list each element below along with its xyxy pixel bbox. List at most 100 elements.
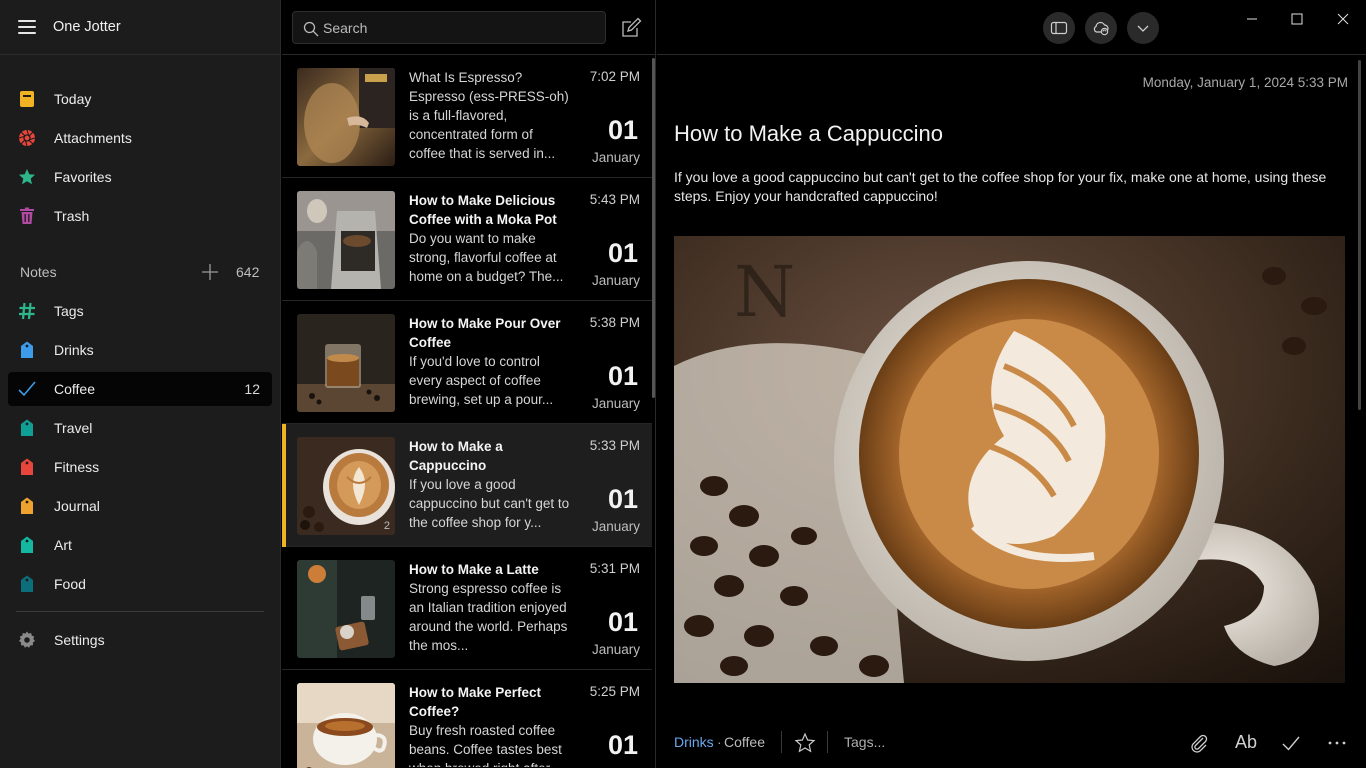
editor-scrollbar[interactable]	[1358, 60, 1361, 410]
sidebar-item-label: Today	[54, 91, 92, 107]
tag-icon	[21, 458, 33, 475]
tag-icon	[21, 341, 33, 358]
sidebar-item-label: Drinks	[54, 342, 94, 358]
trash-icon	[20, 207, 34, 224]
note-preview: What Is Espresso? Espresso (ess-PRESS-oh…	[409, 70, 569, 161]
notes-count: 642	[236, 264, 260, 280]
breadcrumb-separator: ·	[717, 734, 722, 750]
attachment-count: 2	[383, 520, 390, 532]
sidebar-item-label: Favorites	[54, 169, 112, 185]
sidebar-item-label: Fitness	[54, 459, 100, 475]
note-image[interactable]: N	[674, 236, 1345, 683]
footer-divider	[827, 731, 828, 753]
note-title: How to Make Perfect Coffee?	[409, 685, 542, 719]
editor-footer: Drinks · Coffee Tags... Ab	[657, 720, 1366, 764]
chevron-down-icon	[1137, 25, 1149, 32]
note-body[interactable]: If you love a good cappuccino but can't …	[674, 168, 1350, 206]
note-item[interactable]: How to Make a Latte Strong espresso coff…	[282, 547, 652, 670]
checkmark-icon[interactable]	[1280, 732, 1302, 754]
note-month: January	[591, 642, 640, 657]
note-month: January	[591, 150, 640, 165]
sidebar-item-today[interactable]: Today	[8, 82, 272, 116]
sidebar-item-art[interactable]: Art	[8, 528, 272, 562]
sidebar-item-food[interactable]: Food	[8, 567, 272, 601]
note-item[interactable]: What Is Espresso? Espresso (ess-PRESS-oh…	[282, 55, 652, 178]
tag-icon	[21, 536, 33, 553]
menu-icon[interactable]	[18, 20, 36, 34]
search-icon	[303, 21, 319, 37]
text-format-button[interactable]: Ab	[1235, 732, 1257, 753]
note-day: 01	[607, 115, 638, 145]
sidebar-item-label: Coffee	[54, 381, 95, 397]
search-box[interactable]	[292, 11, 606, 44]
note-date: Monday, January 1, 2024 5:33 PM	[1142, 75, 1348, 90]
sidebar-item-attachments[interactable]: Attachments	[8, 121, 272, 155]
note-thumbnail	[297, 683, 395, 768]
note-editor: Monday, January 1, 2024 5:33 PM How to M…	[657, 0, 1366, 768]
sync-button[interactable]	[1085, 12, 1117, 44]
note-time: 5:31 PM	[589, 561, 640, 576]
note-thumbnail	[297, 68, 395, 166]
new-note-icon[interactable]	[620, 17, 642, 39]
sidebar-item-travel[interactable]: Travel	[8, 411, 272, 445]
note-time: 5:38 PM	[589, 315, 640, 330]
note-item[interactable]: How to Make Perfect Coffee? Buy fresh ro…	[282, 670, 652, 768]
tag-icon	[21, 575, 33, 592]
sidebar-item-fitness[interactable]: Fitness	[8, 450, 272, 484]
maximize-icon[interactable]	[1287, 9, 1307, 29]
attach-icon[interactable]	[1188, 732, 1210, 754]
note-list-pane: What Is Espresso? Espresso (ess-PRESS-oh…	[282, 0, 656, 768]
editor-toolbar	[657, 0, 1366, 55]
sidebar-item-label: Food	[54, 576, 86, 592]
minimize-icon[interactable]	[1242, 9, 1262, 29]
note-thumbnail: 2	[297, 437, 395, 535]
notebook-link[interactable]: Drinks	[674, 734, 714, 750]
app-title: One Jotter	[53, 19, 121, 35]
note-item-selected[interactable]: 2 How to Make a Cappuccino If you love a…	[282, 424, 652, 547]
note-list-scrollbar[interactable]	[652, 58, 655, 398]
add-notebook-icon[interactable]	[200, 262, 220, 282]
sidebar-item-journal[interactable]: Journal	[8, 489, 272, 523]
note-item[interactable]: How to Make Delicious Coffee with a Moka…	[282, 178, 652, 301]
close-icon[interactable]	[1333, 9, 1353, 29]
tags-input[interactable]: Tags...	[844, 734, 885, 750]
sidebar-item-coffee[interactable]: Coffee 12	[8, 372, 272, 406]
sidebar-item-tags[interactable]: Tags	[8, 294, 272, 328]
sidebar: One Jotter Today Attachments Favorites T…	[0, 0, 281, 768]
sidebar-item-trash[interactable]: Trash	[8, 199, 272, 233]
more-options-dropdown[interactable]	[1127, 12, 1159, 44]
footer-divider	[781, 731, 782, 753]
tag-icon	[21, 497, 33, 514]
note-month: January	[591, 396, 640, 411]
star-icon	[19, 169, 35, 185]
notes-section-label: Notes	[20, 264, 57, 280]
sidebar-item-drinks[interactable]: Drinks	[8, 333, 272, 367]
search-input[interactable]	[323, 12, 593, 43]
toggle-panel-button[interactable]	[1043, 12, 1075, 44]
sidebar-item-label: Tags	[54, 303, 84, 319]
favorite-star-icon[interactable]	[794, 732, 816, 754]
sidebar-item-favorites[interactable]: Favorites	[8, 160, 272, 194]
today-icon	[20, 91, 34, 107]
note-month: January	[591, 519, 640, 534]
more-icon[interactable]	[1326, 732, 1348, 754]
note-thumbnail	[297, 191, 395, 289]
note-title-editor[interactable]: How to Make a Cappuccino	[674, 121, 943, 147]
note-thumbnail	[297, 560, 395, 658]
sidebar-item-label: Travel	[54, 420, 93, 436]
sidebar-item-label: Art	[54, 537, 72, 553]
sub-notebook-link[interactable]: Coffee	[724, 734, 765, 750]
app-titlebar: One Jotter	[0, 0, 281, 55]
note-time: 5:33 PM	[589, 438, 640, 453]
note-preview: If you love a good cappuccino but can't …	[409, 477, 570, 530]
note-title: How to Make a Cappuccino	[409, 439, 503, 473]
note-item[interactable]: How to Make Pour Over Coffee If you'd lo…	[282, 301, 652, 424]
note-day: 01	[607, 484, 638, 514]
gear-icon	[19, 631, 35, 648]
note-title: How to Make Delicious Coffee with a Moka…	[409, 193, 557, 227]
panel-layout-icon	[1050, 21, 1068, 35]
sidebar-item-settings[interactable]: Settings	[8, 623, 272, 657]
sidebar-divider	[16, 611, 264, 612]
note-day: 01	[607, 361, 638, 391]
note-preview: Do you want to make strong, flavorful co…	[409, 231, 564, 284]
